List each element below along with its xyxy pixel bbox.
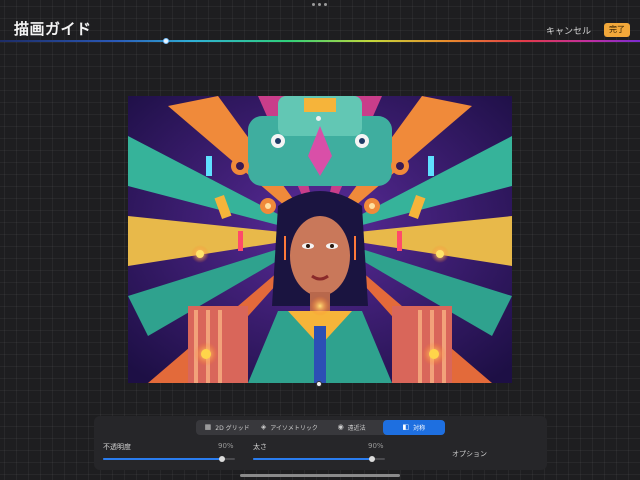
guide-type-segmented-control: ▦ 2D グリッド ◈ アイソメトリック ◉ 遠近法 ◧ 対称 — [196, 420, 445, 435]
dot-icon — [324, 3, 327, 6]
opacity-slider-thumb[interactable] — [219, 456, 225, 462]
grid-icon: ▦ — [204, 423, 212, 431]
symmetry-axis-handle-bottom[interactable] — [316, 381, 322, 387]
perspective-icon: ◉ — [337, 423, 344, 431]
thickness-slider-thumb[interactable] — [369, 456, 375, 462]
thickness-label: 太さ — [253, 443, 267, 451]
dot-icon — [318, 3, 321, 6]
thickness-slider-fill — [253, 458, 372, 460]
guide-type-perspective[interactable]: ◉ 遠近法 — [321, 420, 383, 435]
options-button[interactable]: オプション — [402, 443, 537, 465]
guide-type-2d-grid[interactable]: ▦ 2D グリッド — [196, 420, 258, 435]
home-indicator — [240, 474, 400, 477]
isometric-icon: ◈ — [260, 423, 267, 431]
opacity-value: 90% — [218, 442, 234, 450]
dot-icon — [312, 3, 315, 6]
opacity-slider-fill — [103, 458, 222, 460]
guide-type-label: 2D グリッド — [215, 425, 250, 432]
symmetry-axis-handle-top[interactable] — [316, 116, 321, 121]
thickness-value: 90% — [368, 442, 384, 450]
drawing-guide-screen: 描画ガイド キャンセル 完了 ▦ 2D グリッド ◈ アイソメトリック ◉ 遠近… — [0, 0, 640, 480]
opacity-label: 不透明度 — [103, 443, 131, 451]
canvas-artwork — [128, 96, 512, 383]
more-options-grabber[interactable] — [312, 3, 327, 6]
guide-color-hue-bar[interactable] — [0, 40, 640, 42]
thickness-slider[interactable] — [253, 456, 385, 462]
guide-type-label: 遠近法 — [347, 425, 366, 432]
guide-type-symmetry[interactable]: ◧ 対称 — [382, 420, 445, 435]
guide-type-label: 対称 — [413, 425, 426, 432]
cancel-button[interactable]: キャンセル — [546, 24, 591, 37]
done-button[interactable]: 完了 — [604, 23, 630, 37]
page-title: 描画ガイド — [14, 20, 92, 38]
artwork-illustration — [128, 96, 512, 383]
symmetry-icon: ◧ — [402, 423, 410, 431]
hue-slider-thumb[interactable] — [163, 38, 169, 44]
opacity-slider[interactable] — [103, 456, 235, 462]
guide-type-isometric[interactable]: ◈ アイソメトリック — [258, 420, 320, 435]
guide-type-label: アイソメトリック — [270, 425, 318, 432]
